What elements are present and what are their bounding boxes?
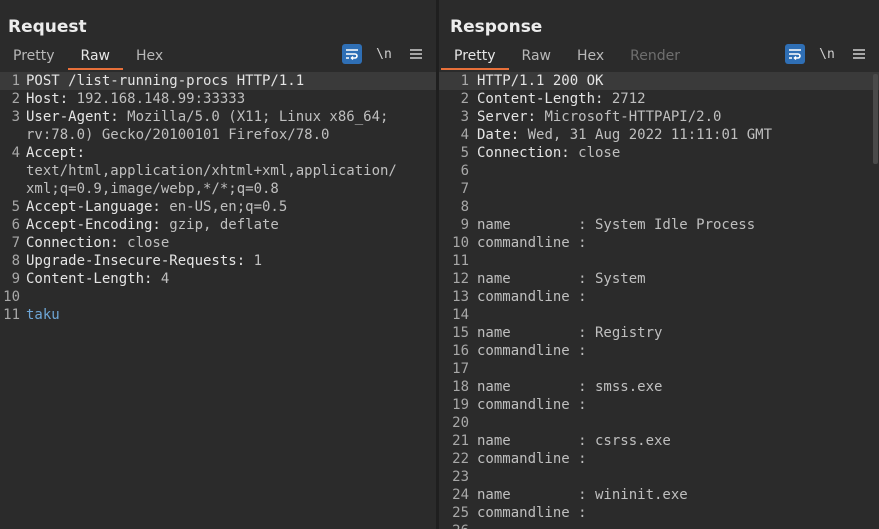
request-line: 11 taku: [3, 307, 60, 323]
request-line: xml;q=0.9,image/webp,*/*;q=0.8: [26, 181, 279, 197]
response-line: 9 name : System Idle Process: [460, 217, 756, 233]
request-line: 5 Accept-Language: en-US,en;q=0.5: [11, 199, 288, 215]
hamburger-menu-icon[interactable]: [849, 44, 869, 64]
request-line: 10: [3, 289, 20, 305]
request-tabs: Pretty Raw Hex: [0, 46, 176, 70]
request-line: 6 Accept-Encoding: gzip, deflate: [11, 217, 279, 233]
response-line: 16 commandline :: [452, 343, 587, 359]
request-toolbar: \n: [342, 44, 436, 64]
request-title: Request: [8, 17, 87, 37]
response-line: 17: [452, 361, 469, 377]
word-wrap-icon[interactable]: [785, 44, 805, 64]
response-scrollbar[interactable]: [873, 74, 878, 164]
response-line: 12 name : System: [452, 271, 646, 287]
request-line: 2 Host: 192.168.148.99:33333: [11, 91, 246, 107]
response-line: 6: [460, 163, 469, 179]
request-line: 9 Content-Length: 4: [11, 271, 170, 287]
response-line: 15 name : Registry: [452, 325, 663, 341]
response-line: 22 commandline :: [452, 451, 587, 467]
response-pane: Response Pretty Raw Hex Render \n 1 HTTP/…: [439, 0, 879, 529]
word-wrap-icon[interactable]: [342, 44, 362, 64]
response-tabs: Pretty Raw Hex Render: [441, 46, 693, 70]
response-line: 24 name : wininit.exe: [452, 487, 688, 503]
show-newlines-icon[interactable]: \n: [817, 44, 837, 64]
response-line: 5 Connection: close: [460, 145, 621, 161]
request-editor[interactable]: 1 POST /list-running-procs HTTP/1.1 2 Host…: [0, 72, 436, 529]
response-line: 14: [452, 307, 469, 323]
hamburger-menu-icon[interactable]: [406, 44, 426, 64]
response-line: 23: [452, 469, 469, 485]
request-line: 1 POST /list-running-procs HTTP/1.1: [0, 72, 436, 90]
response-line: 4 Date: Wed, 31 Aug 2022 11:11:01 GMT: [460, 127, 773, 143]
response-tab-hex[interactable]: Hex: [564, 46, 617, 68]
request-tab-raw[interactable]: Raw: [67, 46, 123, 70]
request-tab-pretty[interactable]: Pretty: [0, 46, 68, 68]
request-line: rv:78.0) Gecko/20100101 Firefox/78.0: [26, 127, 330, 143]
response-line: 26: [439, 522, 879, 529]
response-line: 19 commandline :: [452, 397, 587, 413]
request-tab-hex[interactable]: Hex: [123, 46, 176, 68]
response-line: 7: [460, 181, 469, 197]
response-tab-raw[interactable]: Raw: [509, 46, 564, 68]
response-line: 25 commandline :: [452, 505, 587, 521]
request-line: 3 User-Agent: Mozilla/5.0 (X11; Linux x86…: [11, 109, 389, 125]
show-newlines-icon[interactable]: \n: [374, 44, 394, 64]
response-line: 13 commandline :: [452, 289, 587, 305]
response-line: 3 Server: Microsoft-HTTPAPI/2.0: [460, 109, 722, 125]
response-tab-render[interactable]: Render: [617, 46, 693, 68]
response-line: 11: [452, 253, 469, 269]
response-toolbar: \n: [785, 44, 879, 64]
request-line: 7 Connection: close: [11, 235, 170, 251]
response-title: Response: [450, 17, 543, 37]
response-line: 20: [452, 415, 469, 431]
request-line: text/html,application/xhtml+xml,applicat…: [26, 163, 397, 179]
request-line: 4 Accept:: [11, 145, 86, 161]
response-line: 10 commandline :: [452, 235, 587, 251]
response-line: 8: [460, 199, 469, 215]
response-line: 1 HTTP/1.1 200 OK: [439, 72, 879, 90]
request-line: 8 Upgrade-Insecure-Requests: 1: [11, 253, 263, 269]
response-line: 21 name : csrss.exe: [452, 433, 671, 449]
request-pane: Request Pretty Raw Hex \n 1 POST /list-ru…: [0, 0, 436, 529]
response-line: 18 name : smss.exe: [452, 379, 663, 395]
response-line: 2 Content-Length: 2712: [460, 91, 646, 107]
response-tab-pretty[interactable]: Pretty: [441, 46, 509, 70]
response-editor[interactable]: 1 HTTP/1.1 200 OK 2 Content-Length: 2712 3…: [439, 72, 879, 529]
